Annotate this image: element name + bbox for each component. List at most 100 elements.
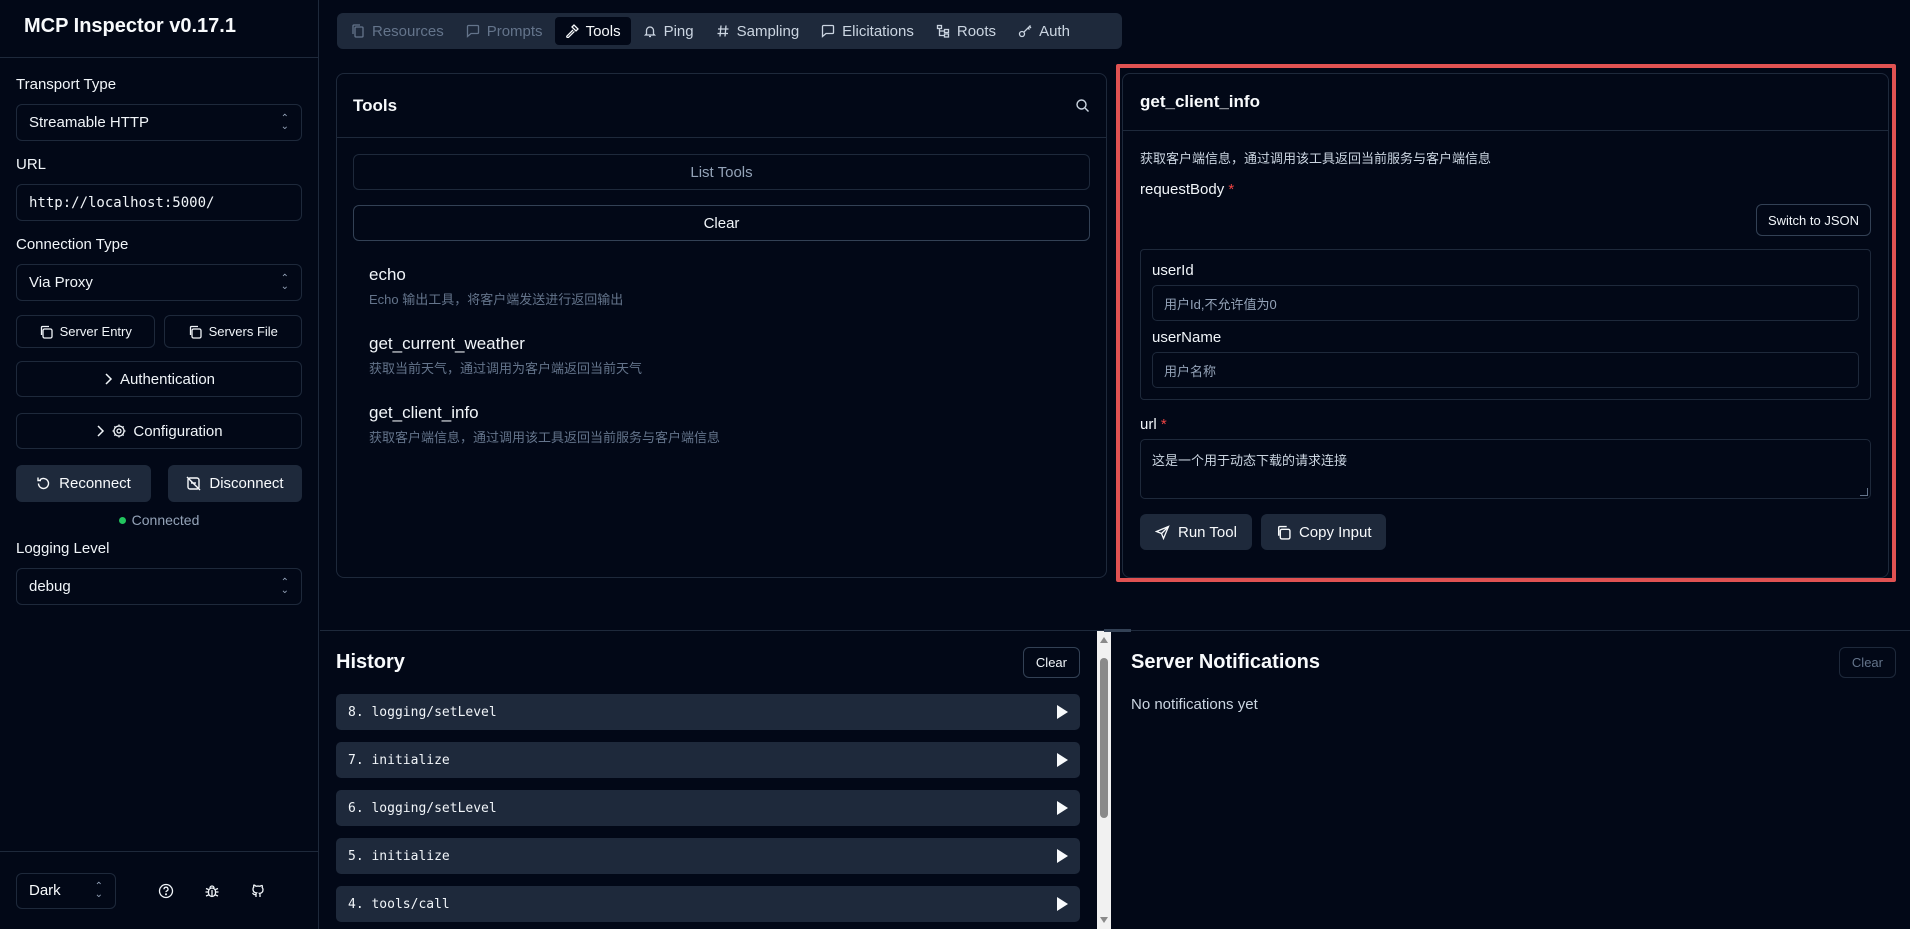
authentication-toggle[interactable]: Authentication (16, 361, 302, 397)
userid-input[interactable]: 用户Id,不允许值为0 (1152, 285, 1859, 321)
tool-item-get-client-info[interactable]: get_client_info 获取客户端信息，通过调用该工具返回当前服务与客户… (353, 395, 1090, 454)
history-item[interactable]: 5. initialize (336, 838, 1080, 874)
server-entry-label: Server Entry (59, 324, 132, 339)
request-body-fields: userId 用户Id,不允许值为0 userName 用户名称 (1140, 249, 1871, 400)
tool-name: get_current_weather (369, 334, 525, 353)
tab-ping[interactable]: Ping (633, 17, 704, 45)
scroll-down-arrow-icon[interactable] (1100, 917, 1108, 923)
copy-icon (188, 325, 202, 339)
history-item[interactable]: 4. tools/call (336, 886, 1080, 922)
configuration-toggle[interactable]: Configuration (16, 413, 302, 449)
resize-handle-icon[interactable] (1860, 488, 1868, 496)
clear-tools-button[interactable]: Clear (353, 205, 1090, 241)
search-icon[interactable] (1075, 98, 1090, 113)
help-circle-icon[interactable] (158, 883, 174, 899)
copy-input-label: Copy Input (1298, 523, 1372, 541)
key-icon (1018, 24, 1032, 38)
connection-type-select[interactable]: Via Proxy ⌃ ⌄ (16, 264, 302, 301)
play-icon (1057, 801, 1068, 815)
gear-icon (112, 424, 126, 438)
tool-item-echo[interactable]: echo Echo 输出工具，将客户端发送进行返回输出 (353, 257, 1090, 316)
servers-file-label: Servers File (208, 324, 278, 339)
github-icon[interactable] (250, 883, 266, 899)
theme-value: Dark (29, 882, 61, 899)
play-icon (1057, 849, 1068, 863)
tool-item-get-current-weather[interactable]: get_current_weather 获取当前天气，通过调用为客户端返回当前天… (353, 326, 1090, 385)
notifications-empty-text: No notifications yet (1131, 696, 1258, 713)
chevrons-up-down-icon: ⌃ ⌄ (280, 576, 289, 596)
tab-roots[interactable]: Roots (926, 17, 1006, 45)
url-input[interactable]: http://localhost:5000/ (16, 184, 302, 221)
history-item[interactable]: 8. logging/setLevel (336, 694, 1080, 730)
chevrons-up-down-icon: ⌃ ⌄ (280, 272, 289, 292)
tab-label: Prompts (486, 22, 543, 40)
userid-label: userId (1152, 262, 1194, 279)
copy-input-button[interactable]: Copy Input (1260, 514, 1387, 550)
connection-type-label: Connection Type (16, 236, 129, 253)
tool-desc: 获取客户端信息，通过调用该工具返回当前服务与客户端信息 (369, 430, 721, 445)
tool-detail-title: get_client_info (1123, 74, 1888, 131)
url-textarea[interactable]: 这是一个用于动态下载的请求连接 (1140, 439, 1871, 499)
logging-level-value: debug (29, 578, 71, 595)
clear-notifications-button[interactable]: Clear (1838, 647, 1896, 678)
history-item[interactable]: 7. initialize (336, 742, 1080, 778)
tab-auth[interactable]: Auth (1008, 17, 1080, 45)
clear-history-button[interactable]: Clear (1022, 647, 1080, 678)
username-label: userName (1152, 329, 1222, 346)
tab-sampling[interactable]: Sampling (706, 17, 810, 45)
files-icon (351, 24, 365, 38)
run-tool-label: Run Tool (1178, 523, 1237, 541)
notifications-panel: Server Notifications Clear No notificati… (1131, 631, 1896, 929)
url-field-label: url * (1140, 416, 1167, 433)
copy-icon (39, 325, 53, 339)
sidebar: MCP Inspector v0.17.1 Transport Type Str… (0, 0, 319, 929)
history-item[interactable]: 6. logging/setLevel (336, 790, 1080, 826)
status-dot (118, 516, 126, 524)
authentication-label: Authentication (119, 370, 216, 388)
hash-icon (716, 24, 730, 38)
theme-select[interactable]: Dark ⌃ ⌄ (16, 872, 116, 909)
scroll-up-arrow-icon[interactable] (1100, 637, 1108, 643)
list-tools-button[interactable]: List Tools (353, 154, 1090, 190)
rotate-ccw-icon (36, 476, 51, 491)
transport-type-value: Streamable HTTP (29, 114, 150, 131)
tab-bar: Resources Prompts Tools Ping Sampling El… (337, 13, 1122, 49)
tab-resources[interactable]: Resources (341, 17, 454, 45)
transport-type-label: Transport Type (16, 76, 117, 93)
play-icon (1057, 753, 1068, 767)
server-entry-button[interactable]: Server Entry (16, 315, 155, 348)
tab-elicitations[interactable]: Elicitations (811, 17, 924, 45)
switch-to-json-button[interactable]: Switch to JSON (1755, 204, 1871, 236)
configuration-label: Configuration (133, 422, 223, 440)
scroll-thumb[interactable] (1100, 658, 1108, 818)
disconnect-label: Disconnect (209, 475, 284, 492)
app-title: MCP Inspector v0.17.1 (0, 0, 318, 58)
tool-desc: 获取当前天气，通过调用为客户端返回当前天气 (369, 361, 643, 376)
logging-level-select[interactable]: debug ⌃ ⌄ (16, 568, 302, 605)
message-square-icon (821, 24, 835, 38)
run-tool-button[interactable]: Run Tool (1140, 514, 1252, 550)
tab-label: Resources (372, 22, 444, 40)
tab-prompts[interactable]: Prompts (456, 17, 553, 45)
url-label: URL (16, 156, 47, 173)
tool-detail-panel: get_client_info 获取客户端信息，通过调用该工具返回当前服务与客户… (1122, 73, 1889, 578)
play-icon (1057, 705, 1068, 719)
username-input[interactable]: 用户名称 (1152, 352, 1859, 388)
disconnect-button[interactable]: Disconnect (168, 465, 302, 502)
send-icon (1155, 524, 1170, 540)
tab-label: Auth (1039, 22, 1070, 40)
tab-label: Elicitations (842, 22, 914, 40)
reconnect-button[interactable]: Reconnect (16, 465, 151, 502)
history-scrollbar[interactable] (1097, 631, 1111, 929)
bug-icon[interactable] (204, 883, 220, 899)
tab-label: Roots (956, 22, 997, 40)
connection-status: Connected (16, 512, 302, 528)
play-icon (1057, 897, 1068, 911)
tool-name: echo (369, 265, 406, 284)
tools-panel: Tools List Tools Clear echo Echo 输出工具，将客… (336, 73, 1107, 578)
tab-tools[interactable]: Tools (554, 17, 631, 45)
servers-file-button[interactable]: Servers File (163, 315, 302, 348)
transport-type-select[interactable]: Streamable HTTP ⌃ ⌄ (16, 104, 302, 141)
bell-icon (643, 24, 657, 38)
resize-handle[interactable] (1104, 629, 1131, 632)
